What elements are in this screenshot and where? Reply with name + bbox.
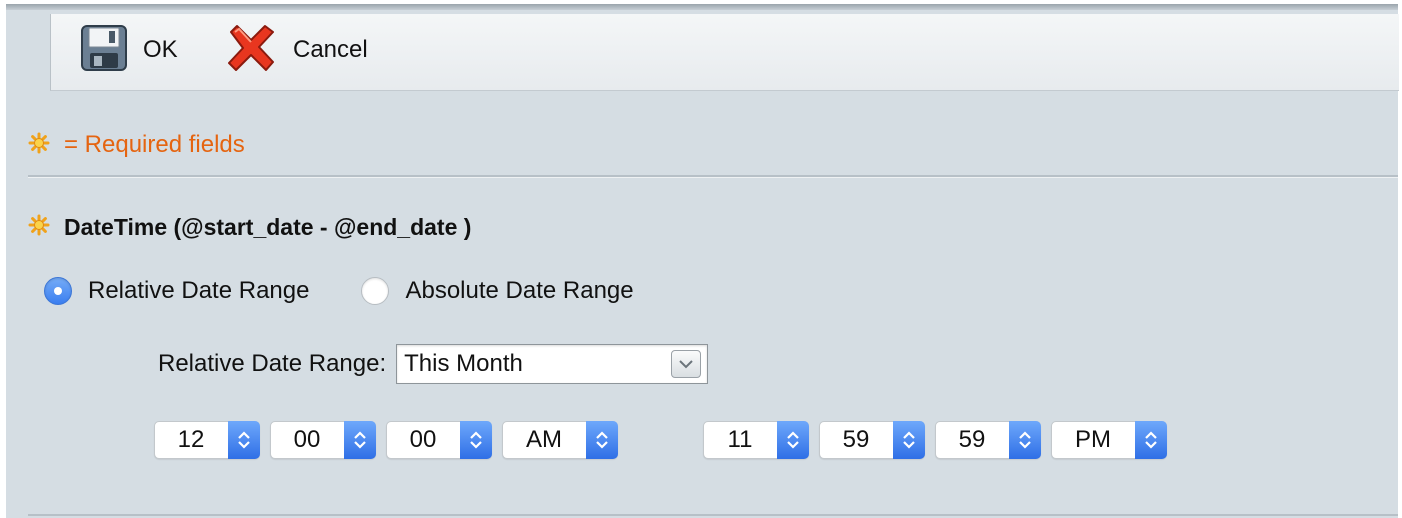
up-down-arrows-icon (893, 421, 925, 459)
bottom-divider (28, 514, 1398, 516)
required-fields-note: = Required fields (28, 130, 245, 160)
radio-label: Relative Date Range (88, 277, 310, 304)
end-minute-select[interactable]: 59 (819, 421, 925, 459)
up-down-arrows-icon (777, 421, 809, 459)
chevron-down-icon[interactable] (671, 350, 702, 378)
start-ampm-value: AM (526, 426, 562, 453)
relative-range-value: This Month (404, 350, 523, 377)
ok-button[interactable]: OK (79, 14, 178, 86)
ok-button-label: OK (143, 36, 178, 63)
relative-range-row: Relative Date Range: This Month (158, 342, 709, 386)
end-time-row: 11 59 59 PM (703, 420, 1177, 460)
end-second-select[interactable]: 59 (935, 421, 1041, 459)
red-x-icon (223, 20, 279, 81)
start-hour-value: 12 (177, 426, 205, 453)
start-minute-select[interactable]: 00 (270, 421, 376, 459)
cancel-button-label: Cancel (293, 36, 368, 63)
start-hour-select[interactable]: 12 (154, 421, 260, 459)
start-second-value: 00 (409, 426, 437, 453)
cancel-button[interactable]: Cancel (223, 14, 368, 86)
up-down-arrows-icon (586, 421, 618, 459)
top-divider (6, 4, 1398, 10)
range-mode-radio-group: Relative Date Range Absolute Date Range (44, 274, 686, 308)
required-star-icon (28, 214, 50, 241)
required-fields-text: = Required fields (64, 131, 245, 158)
datetime-section-title: DateTime (@start_date - @end_date ) (28, 212, 471, 242)
radio-button[interactable] (361, 277, 390, 305)
up-down-arrows-icon (1009, 421, 1041, 459)
up-down-arrows-icon (1135, 421, 1167, 459)
toolbar: OK Cancel (50, 14, 1399, 91)
start-minute-value: 00 (293, 426, 321, 453)
end-hour-value: 11 (727, 426, 753, 453)
end-ampm-select[interactable]: PM (1051, 421, 1167, 459)
up-down-arrows-icon (344, 421, 376, 459)
start-ampm-select[interactable]: AM (502, 421, 618, 459)
end-minute-value: 59 (842, 426, 870, 453)
radio-button-selected[interactable] (44, 277, 72, 305)
start-time-row: 12 00 00 AM (154, 420, 628, 460)
start-second-select[interactable]: 00 (386, 421, 492, 459)
datetime-title-text: DateTime (@start_date - @end_date ) (64, 213, 472, 240)
relative-range-label: Relative Date Range: (158, 350, 387, 377)
radio-relative-date-range[interactable]: Relative Date Range (44, 277, 309, 305)
up-down-arrows-icon (228, 421, 260, 459)
section-divider (28, 175, 1398, 178)
form-panel: OK Cancel = Required fields DateTime (@s… (6, 4, 1399, 518)
radio-label: Absolute Date Range (405, 277, 634, 304)
relative-range-select[interactable]: This Month (396, 344, 709, 384)
end-ampm-value: PM (1075, 426, 1111, 453)
radio-absolute-date-range[interactable]: Absolute Date Range (361, 277, 634, 305)
end-second-value: 59 (958, 426, 986, 453)
end-hour-select[interactable]: 11 (703, 421, 809, 459)
floppy-disk-icon (79, 23, 129, 78)
required-star-icon (28, 132, 50, 159)
up-down-arrows-icon (460, 421, 492, 459)
